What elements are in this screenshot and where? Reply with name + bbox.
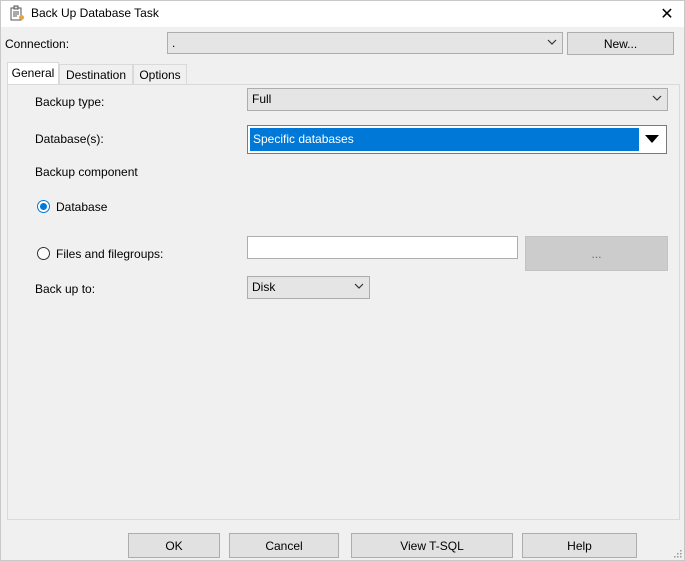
radio-database[interactable] [37,200,50,213]
browse-filegroups-button[interactable]: ... [525,236,668,271]
databases-select[interactable]: Specific databases [247,125,667,154]
backup-type-value: Full [252,92,272,106]
chevron-down-icon [354,283,364,289]
connection-select[interactable]: . [167,32,563,54]
close-icon: ✕ [660,6,674,23]
close-button[interactable]: ✕ [650,1,684,27]
tab-general[interactable]: General [7,62,59,84]
connection-label: Connection: [5,37,70,51]
tab-destination[interactable]: Destination [59,64,133,84]
window-title: Back Up Database Task [31,6,159,20]
backup-type-label: Backup type: [35,95,105,109]
view-tsql-button[interactable]: View T-SQL [351,533,513,558]
title-bar: Back Up Database Task ✕ [1,1,684,27]
connection-value: . [172,36,176,50]
dropdown-arrow-icon [640,128,664,151]
backup-type-select[interactable]: Full [247,88,668,111]
chevron-down-icon [652,95,662,101]
dialog-window: Back Up Database Task ✕ Connection: . Ne… [0,0,685,561]
help-button[interactable]: Help [522,533,637,558]
new-connection-button[interactable]: New... [567,32,674,55]
databases-value: Specific databases [250,128,639,151]
resize-grip-icon[interactable] [672,548,682,558]
radio-database-label: Database [56,200,108,214]
tab-options[interactable]: Options [133,64,187,84]
ok-button[interactable]: OK [128,533,220,558]
task-icon [9,5,25,21]
radio-files-filegroups[interactable] [37,247,50,260]
databases-label: Database(s): [35,132,104,146]
radio-files-label: Files and filegroups: [56,247,164,261]
chevron-down-icon [547,39,557,45]
backup-component-label: Backup component [35,165,138,179]
backup-to-label: Back up to: [35,282,96,296]
backup-to-select[interactable]: Disk [247,276,370,299]
files-filegroups-field[interactable] [247,236,518,259]
cancel-button[interactable]: Cancel [229,533,339,558]
backup-to-value: Disk [252,280,276,294]
